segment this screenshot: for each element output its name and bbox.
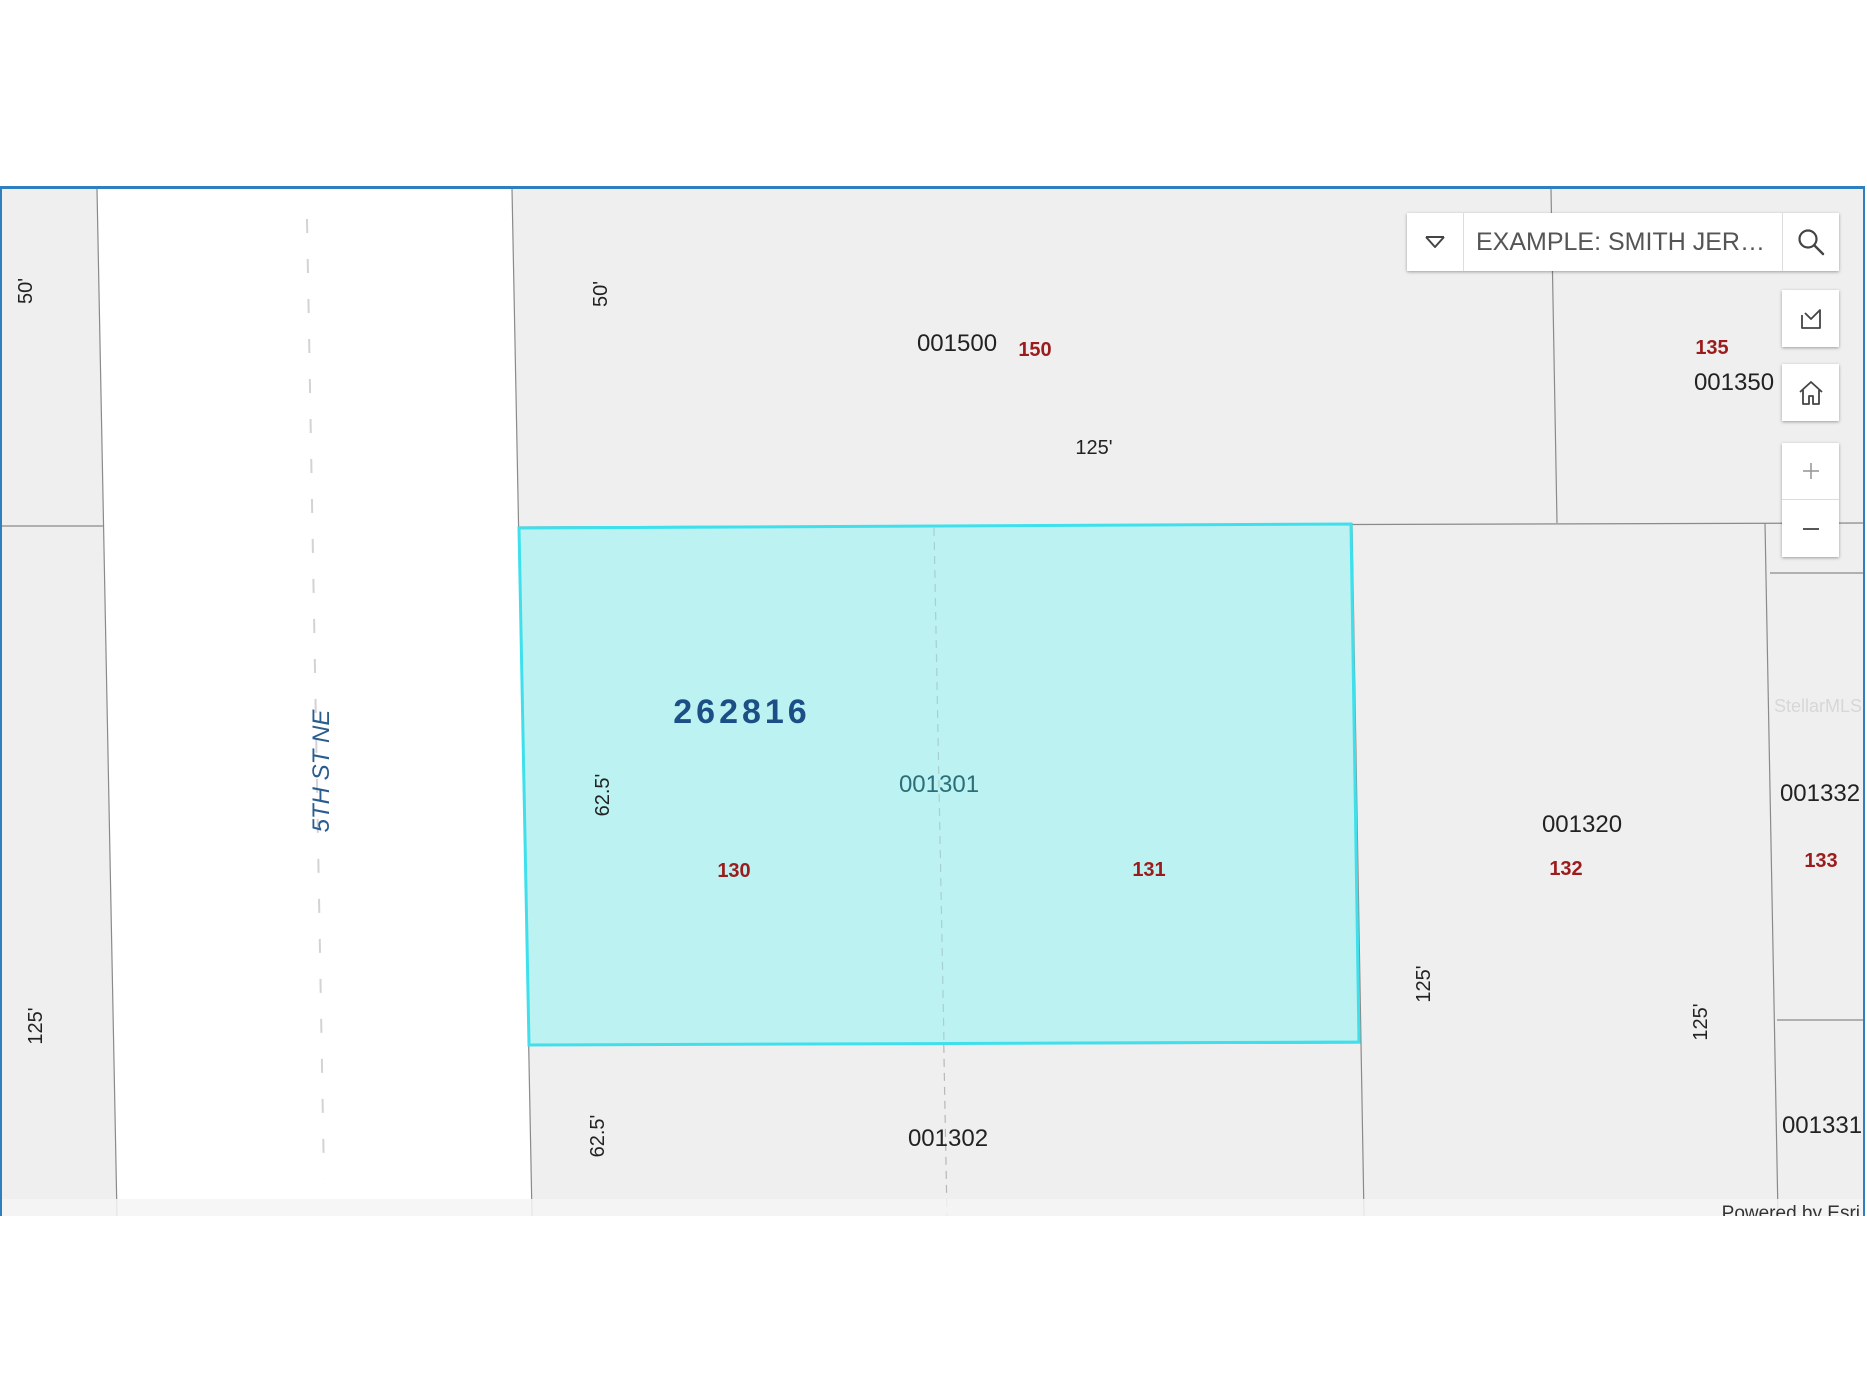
selected-account-number: 262816: [673, 693, 810, 731]
road-right-of-way: [97, 189, 532, 1216]
search-input[interactable]: [1464, 213, 1782, 271]
search-icon: [1798, 229, 1825, 256]
basemap-toggle-button[interactable]: [1782, 290, 1839, 347]
attribution-bar: [2, 1199, 1863, 1216]
parcel-id-001350: 001350: [1694, 369, 1774, 396]
parcel-map[interactable]: 5TH ST NE 262816 001301 130 131 001500 1…: [2, 189, 1863, 1216]
lot-number-131: 131: [1132, 859, 1165, 881]
search-source-dropdown[interactable]: [1407, 213, 1464, 271]
chevron-down-icon: [1425, 236, 1445, 248]
lot-number-135: 135: [1695, 337, 1728, 359]
parcel-id-001302: 001302: [908, 1125, 988, 1152]
parcel-id-001331: 001331: [1782, 1112, 1862, 1139]
dimension-label: 125': [25, 1007, 47, 1044]
minus-icon: [1802, 527, 1819, 530]
lot-number-130: 130: [717, 860, 750, 882]
zoom-controls: [1782, 443, 1839, 557]
dimension-label: 125': [1413, 965, 1435, 1002]
dimension-label: 125': [1075, 437, 1112, 459]
search-button[interactable]: [1782, 213, 1839, 271]
parcel-id-001332: 001332: [1780, 780, 1860, 807]
dimension-label: 62.5': [587, 1115, 609, 1158]
dimension-label: 50': [15, 278, 37, 304]
lot-number-150: 150: [1018, 339, 1051, 361]
zoom-in-button[interactable]: [1782, 443, 1839, 500]
lot-number-133: 133: [1804, 850, 1837, 872]
dimension-label: 125': [1690, 1003, 1712, 1040]
search-widget: [1407, 213, 1839, 271]
parcel-id-001320: 001320: [1542, 811, 1622, 838]
street-label: 5TH ST NE: [308, 709, 335, 833]
parcel-id-001500: 001500: [917, 330, 997, 357]
watermark: StellarMLS: [1774, 696, 1862, 716]
zoom-out-button[interactable]: [1782, 500, 1839, 557]
home-icon: [1798, 380, 1823, 405]
dimension-label: 62.5': [592, 774, 614, 817]
attribution-text: Powered by Esri: [1722, 1203, 1860, 1216]
selected-parcel-id: 001301: [899, 771, 979, 798]
lot-number-132: 132: [1549, 858, 1582, 880]
dimension-label: 50': [590, 281, 612, 307]
map-view[interactable]: 5TH ST NE 262816 001301 130 131 001500 1…: [0, 186, 1865, 1216]
basemap-toggle-icon: [1800, 308, 1821, 329]
home-button[interactable]: [1782, 364, 1839, 421]
plus-icon: [1802, 463, 1819, 479]
